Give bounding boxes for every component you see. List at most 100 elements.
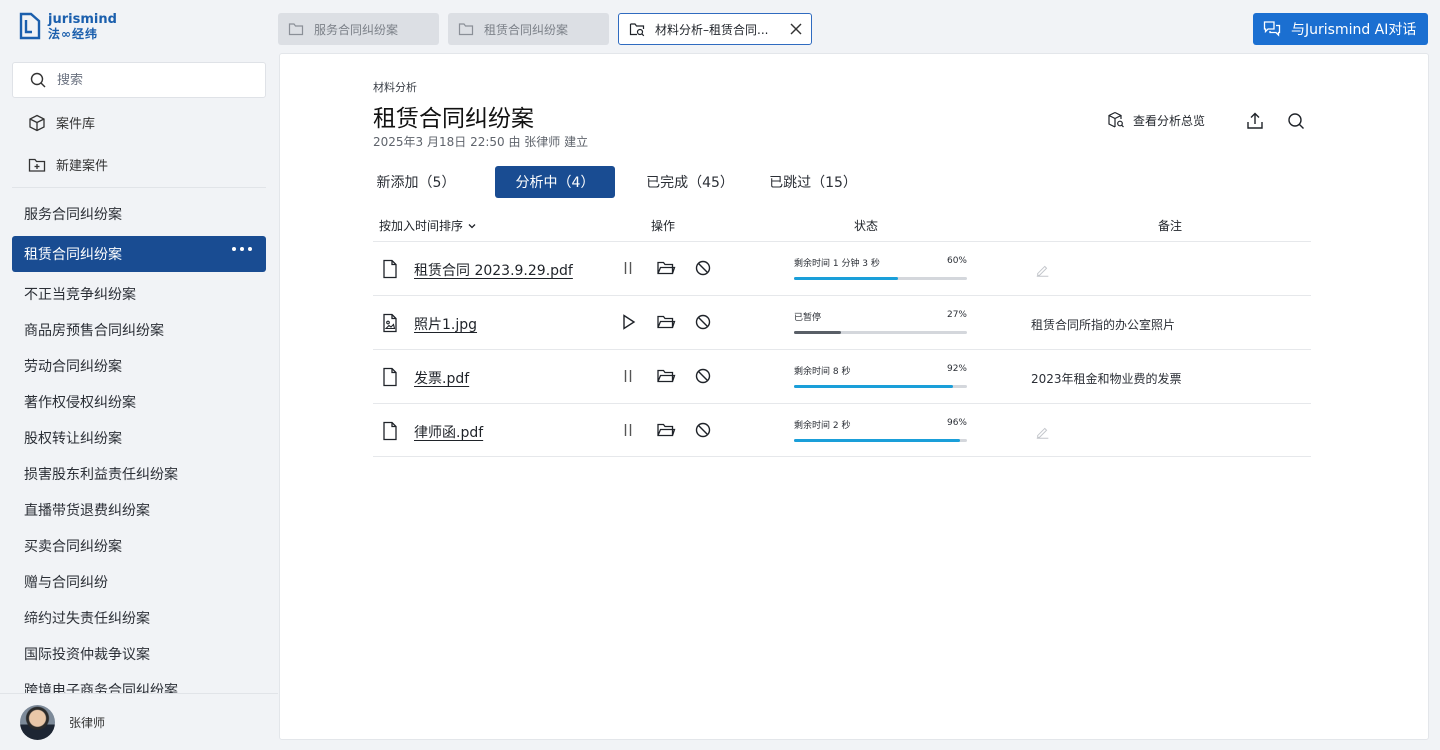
case-list-item[interactable]: 缔约过失责任纠纷案 [12, 600, 266, 636]
notes-header: 备注 [1158, 219, 1183, 233]
more-options-icon[interactable] [232, 247, 252, 251]
file-name-link[interactable]: 照片1.jpg [414, 314, 477, 334]
case-list-item[interactable]: 商品房预售合同纠纷案 [12, 312, 266, 348]
case-list-item[interactable]: 跨境电子商务合同纠纷案 [12, 672, 266, 693]
open-folder-icon[interactable] [656, 420, 676, 440]
play-icon[interactable] [618, 312, 638, 332]
open-folder-icon[interactable] [656, 366, 676, 386]
case-label: 不正当竞争纠纷案 [24, 287, 136, 303]
progress-percent: 60% [946, 256, 967, 266]
user-profile[interactable]: 张律师 [0, 693, 278, 750]
filter-analyzing[interactable]: 分析中（4） [495, 166, 615, 198]
table-row: 发票.pdf 剩余时间 8 秒 92% 2023年租金和物业费的发票 [373, 349, 1311, 403]
note-text[interactable]: 2023年租金和物业费的发票 [1031, 370, 1182, 387]
search-box[interactable] [12, 62, 266, 98]
skip-icon[interactable] [693, 312, 713, 332]
brand-logo[interactable]: jurismind 法∞经纬 [18, 12, 117, 42]
brand-name-en: jurismind [48, 12, 117, 27]
skip-icon[interactable] [693, 420, 713, 440]
chat-button-label: 与Jurismind AI对话 [1291, 22, 1417, 38]
tab-service-contract[interactable]: 服务合同纠纷案 [278, 13, 439, 45]
case-list-item[interactable]: 赠与合同纠纷 [12, 564, 266, 600]
case-label: 服务合同纠纷案 [24, 207, 122, 223]
case-list-item[interactable]: 直播带货退费纠纷案 [12, 492, 266, 528]
sidebar-divider [12, 187, 266, 188]
page-meta: 2025年3 月18日 22:50 由 张律师 建立 [373, 135, 589, 149]
tab-label: 租赁合同纠纷案 [484, 22, 569, 37]
case-library-link[interactable]: 案件库 [28, 113, 95, 132]
share-icon[interactable] [1245, 111, 1265, 131]
progress-status: 剩余时间 8 秒 92% [794, 364, 967, 388]
filter-completed[interactable]: 已完成（45） [646, 166, 734, 198]
progress-fill [794, 439, 961, 442]
search-input[interactable] [57, 72, 247, 88]
tab-material-analysis[interactable]: 材料分析–租赁合同... [618, 13, 812, 45]
filter-skipped[interactable]: 已跳过（15） [768, 166, 858, 198]
case-list-item[interactable]: 损害股东利益责任纠纷案 [12, 456, 266, 492]
case-list-item[interactable]: 租赁合同纠纷案 [12, 236, 266, 272]
tab-lease-contract[interactable]: 租赁合同纠纷案 [448, 13, 609, 45]
case-list-item[interactable]: 劳动合同纠纷案 [12, 348, 266, 384]
search-icon[interactable] [1286, 111, 1306, 131]
close-icon[interactable] [789, 22, 803, 36]
chat-with-ai-button[interactable]: 与Jurismind AI对话 [1253, 13, 1428, 45]
status-text: 剩余时间 8 秒 [794, 367, 851, 377]
cube-icon [29, 114, 45, 131]
case-label: 买卖合同纠纷案 [24, 539, 122, 555]
filter-new[interactable]: 新添加（5） [373, 166, 459, 198]
search-icon [30, 72, 46, 88]
table-row: 律师函.pdf 剩余时间 2 秒 96% [373, 403, 1311, 457]
user-name: 张律师 [69, 715, 106, 730]
progress-status: 已暂停 27% [794, 310, 967, 334]
file-name-link[interactable]: 发票.pdf [414, 368, 469, 388]
new-case-label: 新建案件 [56, 159, 109, 174]
case-list-item[interactable]: 国际投资仲裁争议案 [12, 636, 266, 672]
pause-icon[interactable] [618, 366, 638, 386]
progress-percent: 27% [946, 310, 967, 320]
file-icon [383, 421, 397, 441]
skip-icon[interactable] [693, 366, 713, 386]
case-library-label: 案件库 [56, 117, 96, 132]
overview-label: 查看分析总览 [1133, 113, 1206, 128]
pause-icon[interactable] [618, 420, 638, 440]
open-folder-icon[interactable] [656, 312, 676, 332]
file-name-link[interactable]: 租赁合同 2023.9.29.pdf [414, 260, 573, 280]
open-folder-icon[interactable] [656, 258, 676, 278]
case-list-item[interactable]: 服务合同纠纷案 [12, 196, 266, 232]
page-kicker: 材料分析 [373, 81, 417, 94]
view-overview-button[interactable]: 查看分析总览 [1107, 111, 1205, 129]
sort-dropdown[interactable]: 按加入时间排序 [379, 217, 477, 234]
edit-note-icon[interactable] [1035, 424, 1051, 440]
pause-icon[interactable] [618, 258, 638, 278]
folder-icon [458, 23, 474, 36]
folder-search-icon [629, 23, 645, 37]
case-label: 直播带货退费纠纷案 [24, 503, 150, 519]
avatar[interactable] [20, 704, 55, 740]
status-text: 剩余时间 2 秒 [794, 421, 851, 431]
file-name-link[interactable]: 律师函.pdf [414, 422, 483, 442]
page-title: 租赁合同纠纷案 [373, 106, 534, 132]
case-list-item[interactable]: 股权转让纠纷案 [12, 420, 266, 456]
main-panel: 材料分析 租赁合同纠纷案 2025年3 月18日 22:50 由 张律师 建立 … [279, 53, 1429, 740]
case-list-item[interactable]: 不正当竞争纠纷案 [12, 276, 266, 312]
skip-icon[interactable] [693, 258, 713, 278]
case-label: 劳动合同纠纷案 [24, 359, 122, 375]
edit-note-icon[interactable] [1035, 262, 1051, 278]
case-list-item[interactable]: 买卖合同纠纷案 [12, 528, 266, 564]
case-label: 租赁合同纠纷案 [24, 247, 122, 263]
actions-header: 操作 [651, 219, 676, 233]
progress-status: 剩余时间 1 分钟 3 秒 60% [794, 256, 967, 280]
image-file-icon [383, 313, 397, 333]
table-row: 租赁合同 2023.9.29.pdf 剩余时间 1 分钟 3 秒 60% [373, 241, 1311, 295]
progress-fill [794, 331, 841, 334]
note-text[interactable]: 租赁合同所指的办公室照片 [1031, 316, 1175, 333]
progress-percent: 92% [946, 364, 967, 374]
progress-percent: 96% [946, 418, 967, 428]
case-label: 国际投资仲裁争议案 [24, 647, 150, 663]
tab-label: 材料分析–租赁合同... [655, 22, 769, 37]
progress-bar [794, 331, 967, 334]
new-case-link[interactable]: 新建案件 [28, 155, 108, 174]
case-label: 股权转让纠纷案 [24, 431, 122, 447]
case-list-item[interactable]: 著作权侵权纠纷案 [12, 384, 266, 420]
progress-bar [794, 439, 967, 442]
